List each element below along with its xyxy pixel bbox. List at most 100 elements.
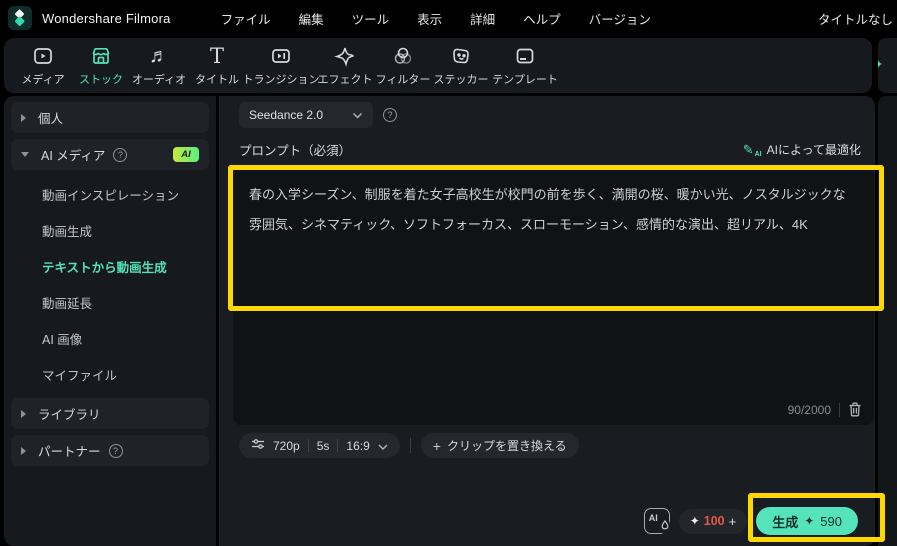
resolution-value: 720p bbox=[273, 438, 300, 453]
group-label: 個人 bbox=[38, 112, 64, 126]
caret-down-icon bbox=[21, 152, 29, 157]
group-label: パートナー bbox=[38, 445, 101, 459]
menu-help[interactable]: ヘルプ bbox=[509, 3, 575, 34]
sidebar-item-video-generation[interactable]: 動画生成 bbox=[4, 212, 216, 248]
credits-value: 100 bbox=[703, 514, 725, 528]
menu-file[interactable]: ファイル bbox=[207, 3, 285, 34]
menu-tools[interactable]: ツール bbox=[338, 3, 404, 34]
effects-icon bbox=[334, 44, 356, 68]
caret-right-icon bbox=[21, 113, 26, 122]
sidebar-item-video-extension[interactable]: 動画延長 bbox=[4, 284, 216, 320]
chevron-down-icon bbox=[352, 108, 363, 122]
prompt-textarea[interactable]: 春の入学シーズン、制服を着た女子高校生が校門の前を歩く、満開の桜、暖かい光、ノス… bbox=[233, 167, 874, 425]
tab-templates[interactable]: テンプレート bbox=[490, 44, 560, 87]
sidebar-item-my-files[interactable]: マイファイル bbox=[4, 356, 216, 392]
droplet-icon bbox=[659, 517, 670, 535]
tab-titles[interactable]: T タイトル bbox=[188, 44, 246, 87]
tab-stickers[interactable]: ステッカー bbox=[432, 44, 490, 87]
filmora-logo-icon bbox=[8, 6, 32, 30]
menu-items: ファイル 編集 ツール 表示 詳細 ヘルプ バージョン bbox=[207, 3, 665, 34]
help-icon[interactable]: ? bbox=[113, 147, 128, 162]
model-help-icon[interactable]: ? bbox=[383, 108, 397, 122]
sidebar-bottom-groups: ライブラリ パートナー ? bbox=[4, 398, 216, 466]
sparkle-icon: ✦ bbox=[878, 59, 884, 71]
tab-label: フィルター bbox=[375, 74, 431, 86]
char-counter: 90/2000 bbox=[787, 402, 831, 417]
prompt-header: プロンプト（必須） ✎ AI AIによって最適化 bbox=[239, 140, 861, 159]
sidebar-group-library[interactable]: ライブラリ bbox=[11, 398, 209, 429]
help-icon[interactable]: ? bbox=[108, 443, 123, 458]
toolbar: メディア ストック ♬ オーディオ T タイトル トランジション エフェクト フ… bbox=[4, 38, 872, 93]
tab-media[interactable]: メディア bbox=[14, 44, 72, 87]
model-row: Seedance 2.0 ? bbox=[239, 102, 397, 128]
sidebar-item-ai-image[interactable]: AI 画像 bbox=[4, 320, 216, 356]
tab-stock[interactable]: ストック bbox=[72, 44, 130, 87]
app-title: Wondershare Filmora bbox=[42, 10, 171, 26]
group-label: AI メディア bbox=[41, 149, 106, 163]
tab-label: ストック bbox=[79, 74, 123, 86]
transitions-icon bbox=[270, 44, 292, 68]
caret-right-icon bbox=[21, 409, 26, 418]
menu-details[interactable]: 詳細 bbox=[456, 3, 509, 34]
project-title: タイトルなし bbox=[817, 13, 893, 27]
ai-optimize-button[interactable]: ✎ AI AIによって最適化 bbox=[743, 141, 861, 158]
ai-ink-icon[interactable]: AI bbox=[643, 508, 670, 535]
controls-row: 720p 5s 16:9 + クリップを置き換える bbox=[239, 433, 579, 458]
replace-clip-label: クリップを置き換える bbox=[446, 439, 567, 453]
duration-value: 5s bbox=[316, 438, 330, 453]
tab-effects[interactable]: エフェクト bbox=[316, 44, 374, 87]
templates-icon bbox=[514, 44, 536, 68]
divider bbox=[307, 439, 309, 452]
prompt-text: 春の入学シーズン、制服を着た女子高校生が校門の前を歩く、満開の桜、暖かい光、ノス… bbox=[249, 187, 846, 232]
credits-pill[interactable]: ✦ 100 + bbox=[678, 508, 748, 534]
sliders-icon bbox=[251, 438, 265, 453]
group-label: ライブラリ bbox=[38, 408, 101, 422]
prompt-label: プロンプト（必須） bbox=[239, 144, 352, 158]
replace-clip-button[interactable]: + クリップを置き換える bbox=[420, 433, 579, 458]
tab-label: タイトル bbox=[195, 74, 239, 86]
tab-transitions[interactable]: トランジション bbox=[243, 44, 320, 87]
tab-filters[interactable]: フィルター bbox=[374, 44, 432, 87]
sidebar-group-ai-media[interactable]: AI メディア ? AI bbox=[11, 139, 209, 170]
trash-icon[interactable] bbox=[848, 402, 862, 417]
tab-label: テンプレート bbox=[492, 74, 558, 86]
audio-icon: ♬ bbox=[149, 45, 169, 67]
prompt-meta: 90/2000 bbox=[788, 402, 862, 417]
aspect-ratio-value: 16:9 bbox=[346, 438, 370, 453]
video-settings-dropdown[interactable]: 720p 5s 16:9 bbox=[239, 433, 400, 458]
divider bbox=[337, 439, 339, 452]
divider bbox=[839, 402, 840, 417]
plus-icon: + bbox=[432, 437, 441, 454]
right-panel-edge-top: ✦ bbox=[878, 38, 897, 93]
tab-label: メディア bbox=[21, 74, 65, 86]
sidebar-group-personal[interactable]: 個人 bbox=[11, 102, 209, 133]
chevron-down-icon bbox=[378, 439, 388, 453]
generate-cost: 590 bbox=[820, 513, 842, 529]
menu-view[interactable]: 表示 bbox=[403, 3, 456, 34]
generate-footer: AI ✦ 100 + 生成 ✦ 590 bbox=[643, 507, 858, 535]
sidebar-ai-items: 動画インスピレーション 動画生成 テキストから動画生成 動画延長 AI 画像 マ… bbox=[4, 176, 216, 392]
tab-audio[interactable]: ♬ オーディオ bbox=[130, 44, 188, 87]
menu-version[interactable]: バージョン bbox=[575, 3, 665, 34]
tab-label: オーディオ bbox=[131, 74, 187, 86]
sidebar-group-partner[interactable]: パートナー ? bbox=[11, 435, 209, 466]
sidebar-item-video-inspiration[interactable]: 動画インスピレーション bbox=[4, 176, 216, 212]
credits-plus: + bbox=[728, 513, 737, 529]
generate-button[interactable]: 生成 ✦ 590 bbox=[756, 507, 858, 535]
stock-icon bbox=[90, 44, 112, 68]
tab-label: エフェクト bbox=[317, 74, 373, 86]
right-panel-edge bbox=[878, 96, 897, 546]
menu-edit[interactable]: 編集 bbox=[285, 3, 338, 34]
titles-icon: T bbox=[209, 43, 224, 68]
stickers-icon bbox=[450, 44, 472, 68]
model-select-dropdown[interactable]: Seedance 2.0 bbox=[239, 102, 373, 128]
sidebar-item-text-to-video[interactable]: テキストから動画生成 bbox=[4, 248, 216, 284]
sparkle-icon: ✦ bbox=[689, 514, 700, 528]
sidebar: 個人 AI メディア ? AI 動画インスピレーション 動画生成 テキストから動… bbox=[4, 96, 216, 546]
tab-label: ステッカー bbox=[433, 74, 489, 86]
sparkle-icon: ✦ bbox=[804, 514, 815, 528]
ai-pencil-icon: ✎ AI bbox=[742, 141, 762, 158]
ai-optimize-label: AIによって最適化 bbox=[766, 143, 861, 157]
divider bbox=[409, 438, 411, 453]
model-select-value: Seedance 2.0 bbox=[249, 108, 324, 122]
